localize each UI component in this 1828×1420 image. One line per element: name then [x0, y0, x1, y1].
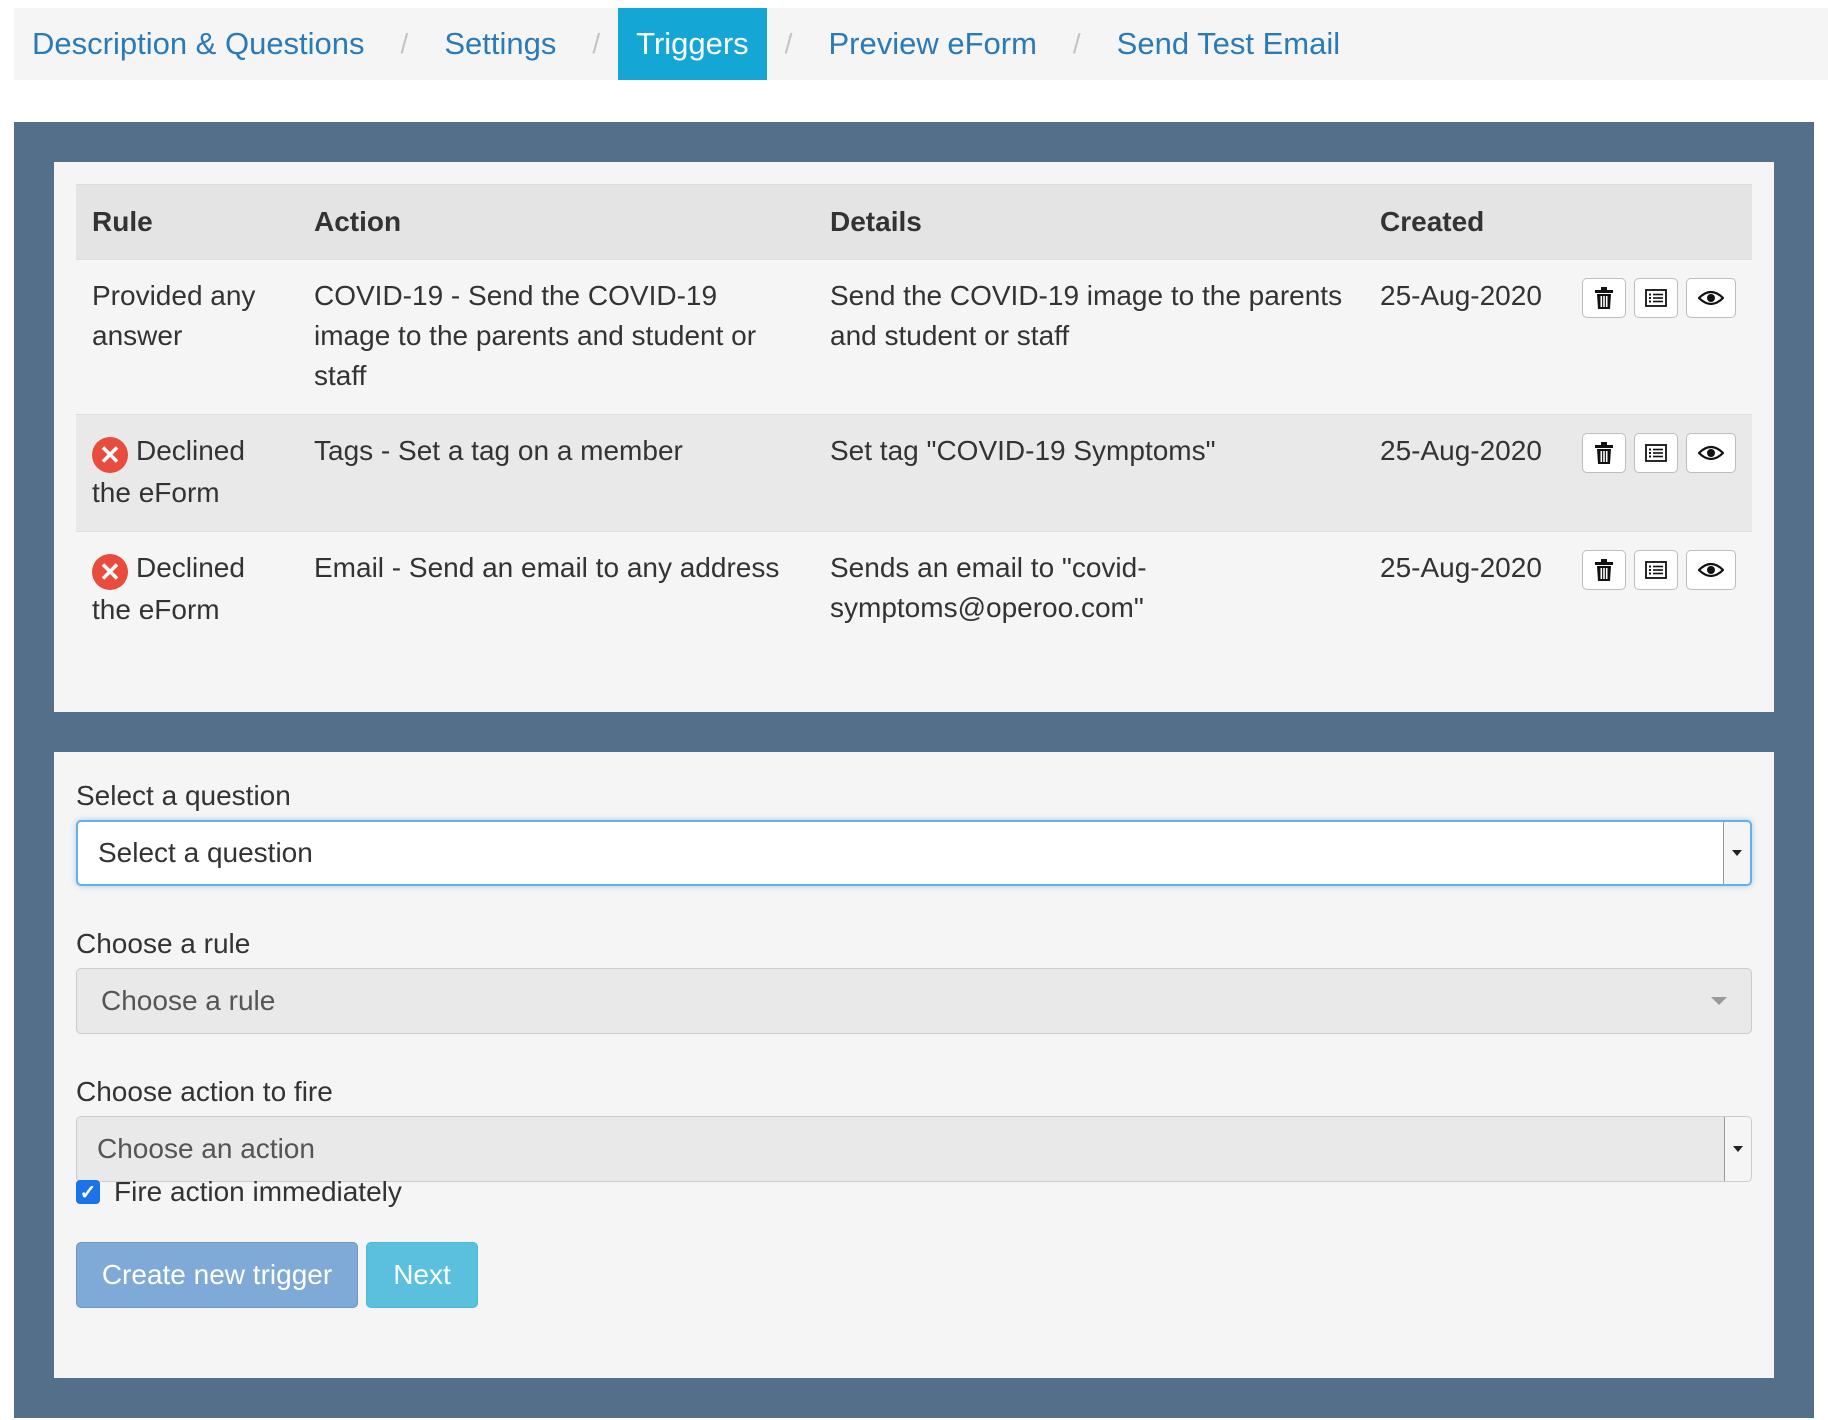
trash-icon [1595, 559, 1613, 581]
breadcrumb-separator: / [784, 28, 793, 59]
details-cell: Send the COVID-19 image to the parents a… [814, 259, 1364, 415]
chevron-down-icon [1711, 997, 1727, 1005]
breadcrumb-separator: / [592, 28, 601, 59]
tab-settings[interactable]: Settings [426, 8, 574, 80]
trash-icon [1595, 287, 1613, 309]
eye-icon [1698, 562, 1724, 578]
created-cell: 25-Aug-2020 [1364, 259, 1566, 415]
action-dropdown-toggle[interactable] [1724, 1117, 1751, 1181]
details-cell: Sends an email to "covid-symptoms@operoo… [814, 531, 1364, 648]
row-buttons [1566, 259, 1752, 415]
rule-text: Provided any answer [92, 280, 256, 351]
tab-preview-eform[interactable]: Preview eForm [810, 8, 1054, 80]
details-cell: Set tag "COVID-19 Symptoms" [814, 414, 1364, 532]
action-cell: Email - Send an email to any address [298, 531, 814, 648]
breadcrumb-separator: / [1072, 28, 1081, 59]
column-header-action: Action [298, 184, 814, 260]
trash-icon [1595, 442, 1613, 464]
create-trigger-button[interactable]: Create new trigger [76, 1242, 358, 1308]
triggers-table: Rule Action Details Created Provided any… [76, 184, 1752, 648]
list-icon [1645, 289, 1667, 307]
triggers-panel: Rule Action Details Created Provided any… [54, 162, 1774, 712]
rule-cell: Provided any answer [76, 259, 298, 415]
breadcrumb: Description & Questions / Settings / Tri… [14, 8, 1828, 80]
question-select-value: Select a question [98, 837, 313, 868]
table-header-row: Rule Action Details Created [76, 184, 1752, 260]
next-button[interactable]: Next [366, 1242, 478, 1308]
eye-icon [1698, 445, 1724, 461]
column-header-details: Details [814, 184, 1364, 260]
list-icon [1645, 561, 1667, 579]
details-button[interactable] [1634, 433, 1678, 473]
tab-send-test-email[interactable]: Send Test Email [1099, 8, 1358, 80]
table-row: ✕ Declined the eForm Email - Send an emai… [76, 531, 1752, 648]
delete-button[interactable] [1582, 433, 1626, 473]
declined-icon: ✕ [92, 554, 128, 590]
fire-immediately-row: ✓ Fire action immediately [76, 1176, 402, 1208]
action-select[interactable]: Choose an action [76, 1116, 1752, 1182]
rule-label: Choose a rule [76, 928, 251, 959]
action-select-value: Choose an action [97, 1133, 315, 1164]
created-cell: 25-Aug-2020 [1364, 531, 1566, 648]
rule-select-value: Choose a rule [101, 985, 276, 1016]
created-cell: 25-Aug-2020 [1364, 414, 1566, 532]
preview-button[interactable] [1686, 433, 1736, 473]
fire-immediately-checkbox[interactable]: ✓ [76, 1180, 100, 1204]
delete-button[interactable] [1582, 550, 1626, 590]
checkmark-icon: ✓ [79, 1181, 97, 1204]
details-button[interactable] [1634, 550, 1678, 590]
action-cell: COVID-19 - Send the COVID-19 image to th… [298, 259, 814, 415]
table-row: Provided any answer COVID-19 - Send the … [76, 259, 1752, 415]
list-icon [1645, 444, 1667, 462]
question-dropdown-toggle[interactable] [1723, 822, 1750, 884]
delete-button[interactable] [1582, 278, 1626, 318]
tab-description-questions[interactable]: Description & Questions [14, 8, 383, 80]
action-cell: Tags - Set a tag on a member [298, 414, 814, 532]
preview-button[interactable] [1686, 278, 1736, 318]
question-label: Select a question [76, 780, 291, 811]
question-select[interactable]: Select a question [76, 820, 1752, 886]
details-button[interactable] [1634, 278, 1678, 318]
tab-triggers[interactable]: Triggers [618, 8, 767, 80]
caret-down-icon [1732, 850, 1742, 856]
fire-immediately-label: Fire action immediately [114, 1176, 402, 1207]
rule-cell: ✕ Declined the eForm [76, 414, 298, 532]
breadcrumb-separator: / [400, 28, 409, 59]
rule-cell: ✕ Declined the eForm [76, 531, 298, 648]
new-trigger-form: Select a question Select a question Choo… [54, 752, 1774, 1378]
preview-button[interactable] [1686, 550, 1736, 590]
declined-icon: ✕ [92, 437, 128, 473]
row-buttons [1566, 414, 1752, 532]
eye-icon [1698, 290, 1724, 306]
action-label: Choose action to fire [76, 1076, 333, 1107]
table-row: ✕ Declined the eForm Tags - Set a tag on … [76, 414, 1752, 532]
column-header-rule: Rule [76, 184, 298, 260]
rule-select[interactable]: Choose a rule [76, 968, 1752, 1034]
content-frame: Rule Action Details Created Provided any… [14, 122, 1814, 1418]
column-header-actions [1566, 184, 1752, 260]
column-header-created: Created [1364, 184, 1566, 260]
caret-down-icon [1733, 1146, 1743, 1152]
row-buttons [1566, 531, 1752, 648]
